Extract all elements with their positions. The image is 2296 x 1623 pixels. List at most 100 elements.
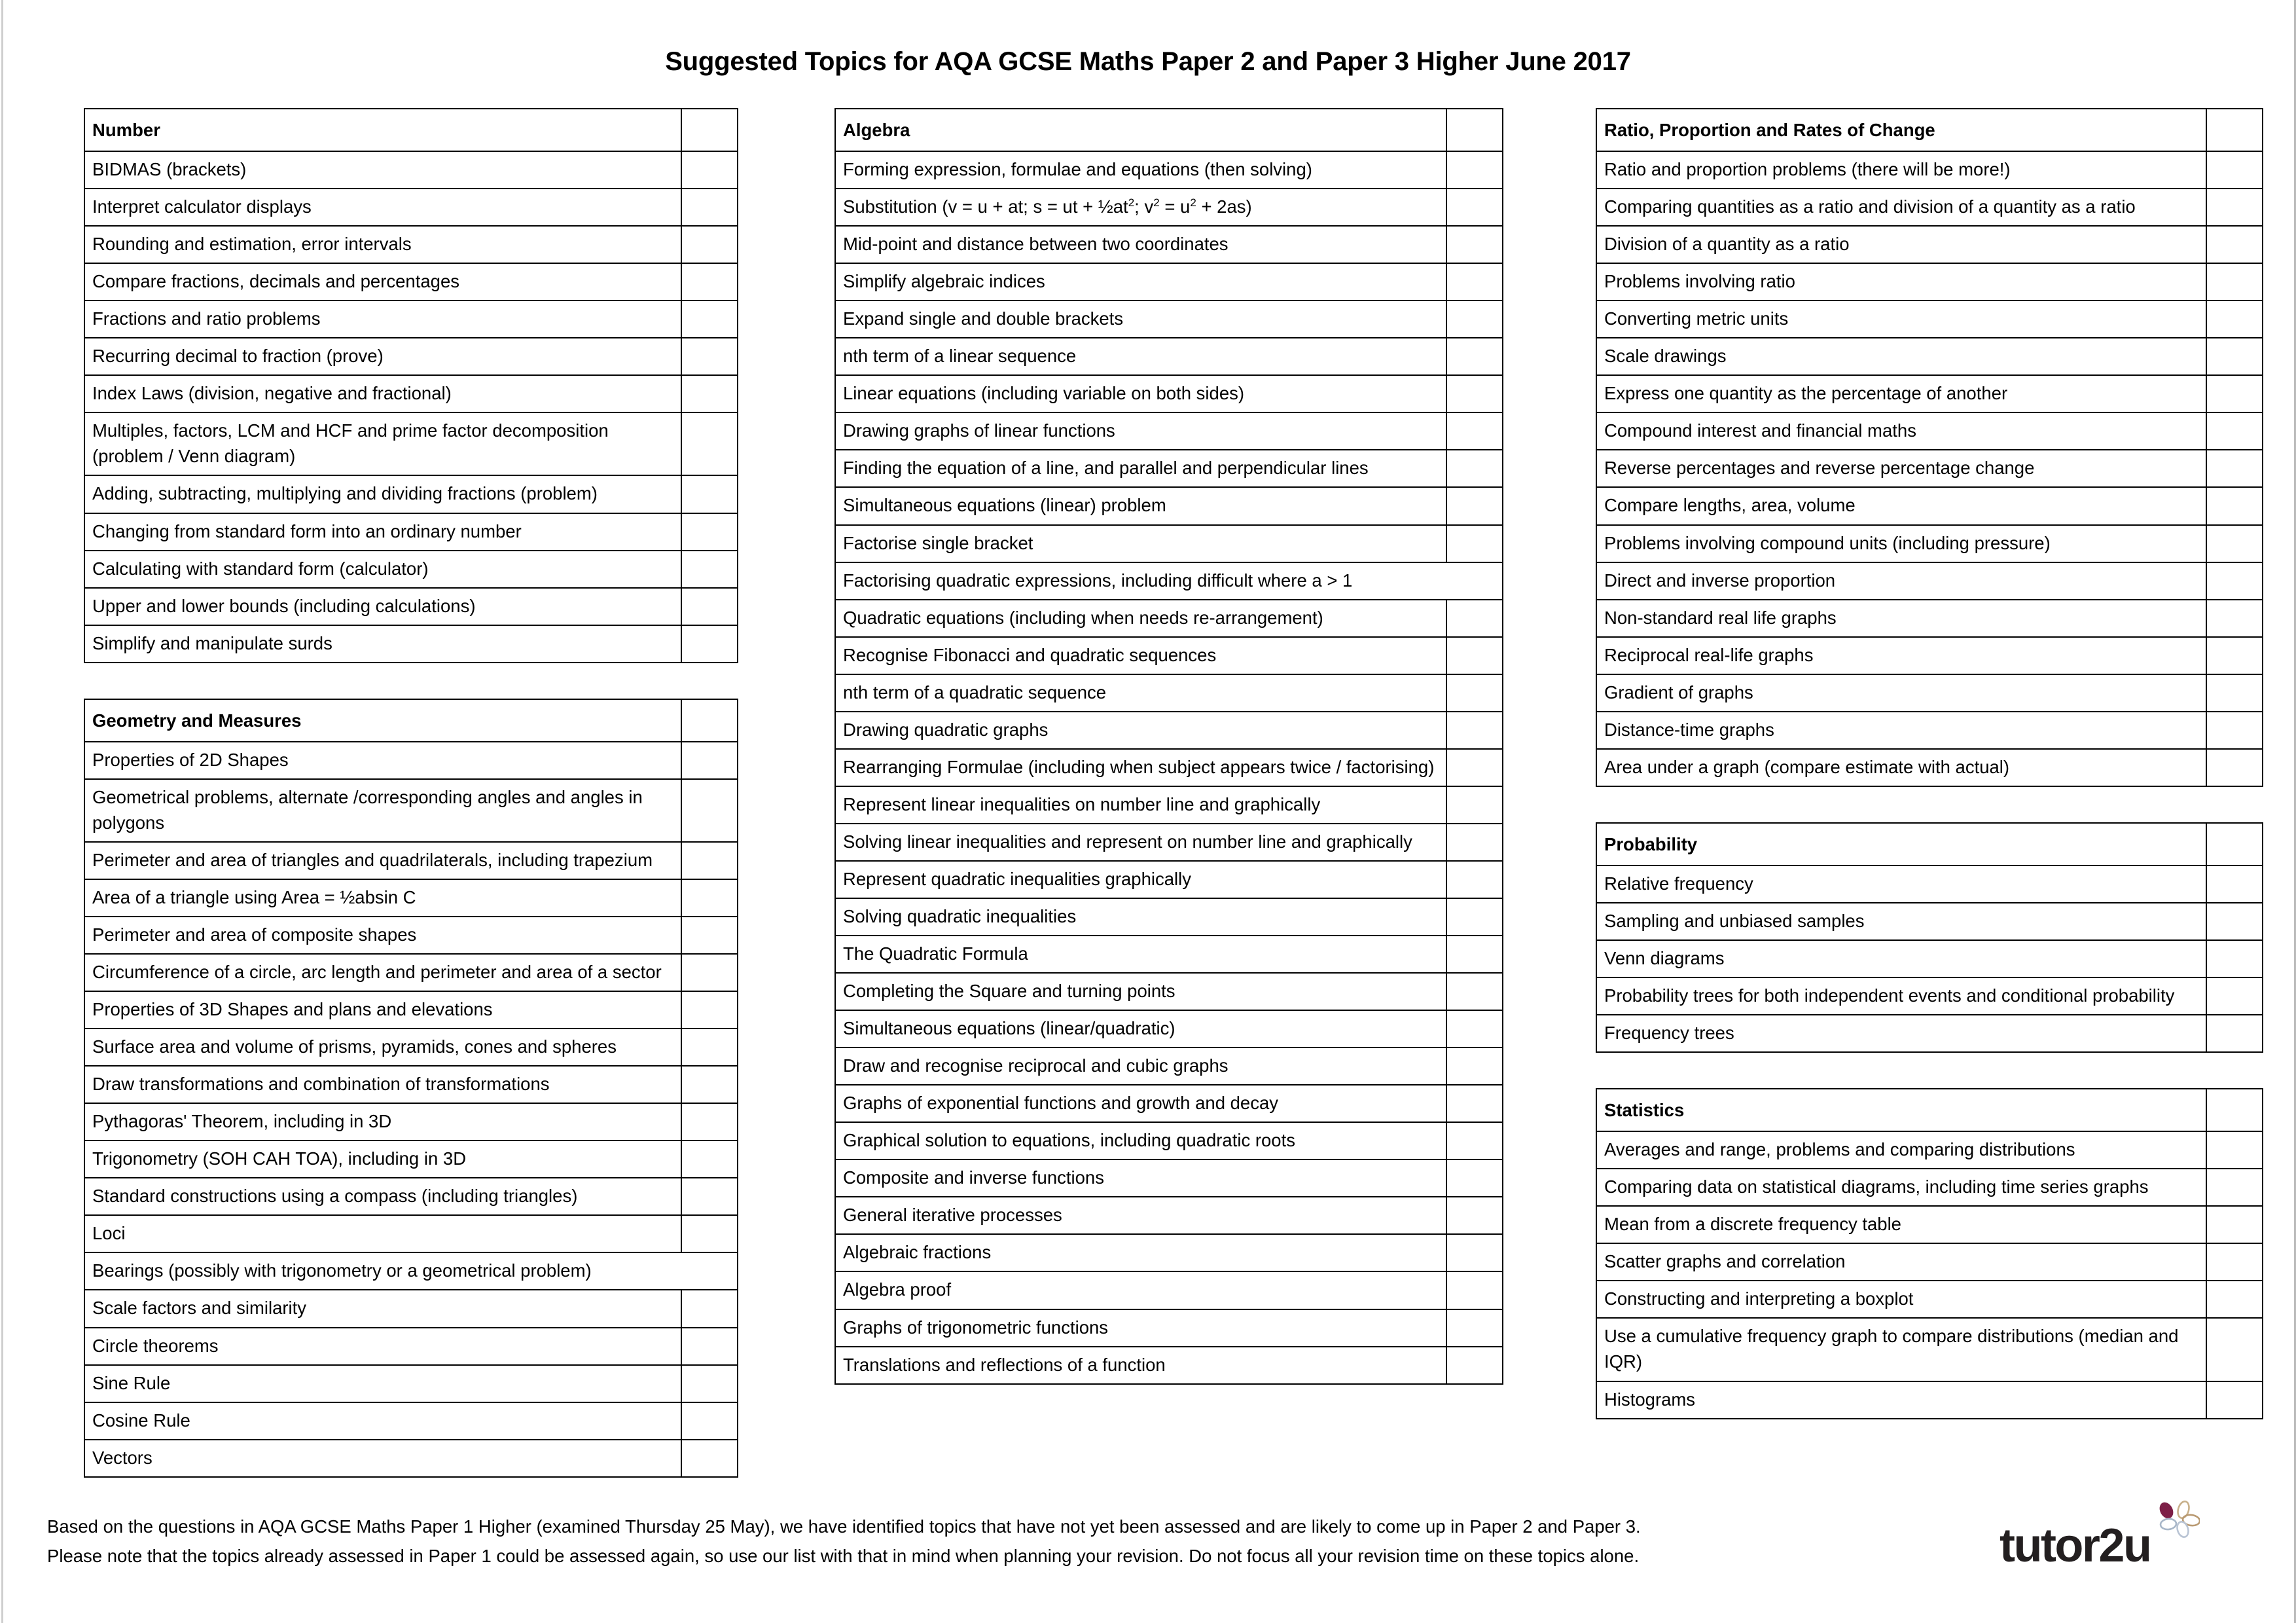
checkbox-cell[interactable] <box>2206 710 2263 750</box>
checkbox-cell[interactable] <box>1446 785 1503 824</box>
checkbox-cell[interactable] <box>2206 748 2263 787</box>
checkbox-cell[interactable] <box>681 475 738 514</box>
checkbox-cell[interactable] <box>681 698 738 742</box>
checkbox-cell[interactable] <box>1446 1196 1503 1235</box>
checkbox-cell[interactable] <box>2206 263 2263 302</box>
checkbox-cell[interactable] <box>681 151 738 190</box>
checkbox-cell[interactable] <box>2206 864 2263 903</box>
checkbox-cell[interactable] <box>681 1364 738 1403</box>
checkbox-cell[interactable] <box>1446 486 1503 526</box>
checkbox-cell[interactable] <box>1446 1047 1503 1086</box>
checkbox-cell[interactable] <box>1446 1122 1503 1161</box>
checkbox-cell[interactable] <box>681 1028 738 1067</box>
checkbox-cell[interactable] <box>681 1438 738 1478</box>
checkbox-cell[interactable] <box>1446 151 1503 190</box>
checkbox-cell[interactable] <box>2206 561 2263 600</box>
checkbox-cell[interactable] <box>2206 1088 2263 1133</box>
checkbox-cell[interactable] <box>2206 1380 2263 1419</box>
checkbox-cell[interactable] <box>1446 524 1503 563</box>
checkbox-cell[interactable] <box>681 1103 738 1142</box>
checkbox-cell[interactable] <box>1446 710 1503 750</box>
checkbox-cell[interactable] <box>2206 300 2263 339</box>
checkbox-cell[interactable] <box>1446 935 1503 974</box>
checkbox-cell[interactable] <box>681 778 738 843</box>
table-row: Finding the equation of a line, and para… <box>834 449 1503 488</box>
checkbox-cell[interactable] <box>2206 1280 2263 1319</box>
checkbox-cell[interactable] <box>2206 1131 2263 1170</box>
checkbox-cell[interactable] <box>681 1140 738 1179</box>
checkbox-cell[interactable] <box>1446 822 1503 862</box>
checkbox-cell[interactable] <box>2206 939 2263 979</box>
checkbox-cell[interactable] <box>2206 822 2263 866</box>
checkbox-cell[interactable] <box>1446 188 1503 227</box>
checkbox-cell[interactable] <box>1446 1233 1503 1273</box>
checkbox-cell[interactable] <box>1446 225 1503 264</box>
checkbox-cell[interactable] <box>681 740 738 780</box>
checkbox-cell[interactable] <box>1446 748 1503 787</box>
checkbox-cell[interactable] <box>2206 374 2263 414</box>
checkbox-cell[interactable] <box>681 841 738 880</box>
checkbox-cell[interactable] <box>681 1177 738 1216</box>
topic-label: Properties of 3D Shapes and plans and el… <box>84 991 682 1030</box>
checkbox-cell[interactable] <box>681 1326 738 1366</box>
checkbox-cell[interactable] <box>681 337 738 376</box>
checkbox-cell[interactable] <box>2206 1243 2263 1282</box>
checkbox-cell[interactable] <box>2206 337 2263 376</box>
checkbox-cell[interactable] <box>1446 1271 1503 1310</box>
checkbox-cell[interactable] <box>2206 225 2263 264</box>
checkbox-cell[interactable] <box>681 512 738 551</box>
checkbox-cell[interactable] <box>2206 524 2263 563</box>
checkbox-cell[interactable] <box>1446 972 1503 1012</box>
checkbox-cell[interactable] <box>1446 1010 1503 1049</box>
checkbox-cell[interactable] <box>2206 1317 2263 1382</box>
checkbox-cell[interactable] <box>2206 486 2263 526</box>
checkbox-cell[interactable] <box>1446 1345 1503 1385</box>
checkbox-cell[interactable] <box>2206 977 2263 1016</box>
checkbox-cell[interactable] <box>2206 598 2263 638</box>
checkbox-cell[interactable] <box>1446 107 1503 153</box>
checkbox-cell[interactable] <box>2206 636 2263 675</box>
checkbox-cell[interactable] <box>681 953 738 993</box>
checkbox-cell[interactable] <box>681 1065 738 1104</box>
checkbox-cell[interactable] <box>681 188 738 227</box>
checkbox-cell[interactable] <box>1446 1308 1503 1347</box>
checkbox-cell[interactable] <box>681 374 738 414</box>
checkbox-cell[interactable] <box>681 300 738 339</box>
checkbox-cell[interactable] <box>1446 412 1503 451</box>
checkbox-cell[interactable] <box>1446 598 1503 638</box>
checkbox-cell[interactable] <box>681 412 738 477</box>
checkbox-cell[interactable] <box>2206 412 2263 451</box>
checkbox-cell[interactable] <box>2206 151 2263 190</box>
checkbox-cell[interactable] <box>2206 107 2263 153</box>
checkbox-cell[interactable] <box>681 1214 738 1254</box>
checkbox-cell[interactable] <box>2206 1205 2263 1245</box>
checkbox-cell[interactable] <box>1446 263 1503 302</box>
checkbox-cell[interactable] <box>1446 374 1503 414</box>
checkbox-cell[interactable] <box>1446 636 1503 675</box>
checkbox-cell[interactable] <box>1446 1159 1503 1198</box>
checkbox-cell[interactable] <box>681 107 738 153</box>
checkbox-cell[interactable] <box>1446 897 1503 937</box>
checkbox-cell[interactable] <box>681 991 738 1030</box>
checkbox-cell[interactable] <box>2206 673 2263 712</box>
checkbox-cell[interactable] <box>681 624 738 663</box>
checkbox-cell[interactable] <box>2206 449 2263 488</box>
checkbox-cell[interactable] <box>2206 902 2263 941</box>
checkbox-cell[interactable] <box>681 878 738 917</box>
checkbox-cell[interactable] <box>681 915 738 955</box>
checkbox-cell[interactable] <box>2206 1168 2263 1207</box>
checkbox-cell[interactable] <box>1446 673 1503 712</box>
checkbox-cell[interactable] <box>681 1401 738 1440</box>
checkbox-cell[interactable] <box>681 225 738 264</box>
checkbox-cell[interactable] <box>1446 860 1503 899</box>
checkbox-cell[interactable] <box>1446 1084 1503 1123</box>
checkbox-cell[interactable] <box>2206 188 2263 227</box>
checkbox-cell[interactable] <box>1446 337 1503 376</box>
checkbox-cell[interactable] <box>681 587 738 626</box>
checkbox-cell[interactable] <box>681 549 738 589</box>
checkbox-cell[interactable] <box>2206 1014 2263 1053</box>
checkbox-cell[interactable] <box>681 1289 738 1328</box>
checkbox-cell[interactable] <box>681 263 738 302</box>
checkbox-cell[interactable] <box>1446 300 1503 339</box>
checkbox-cell[interactable] <box>1446 449 1503 488</box>
